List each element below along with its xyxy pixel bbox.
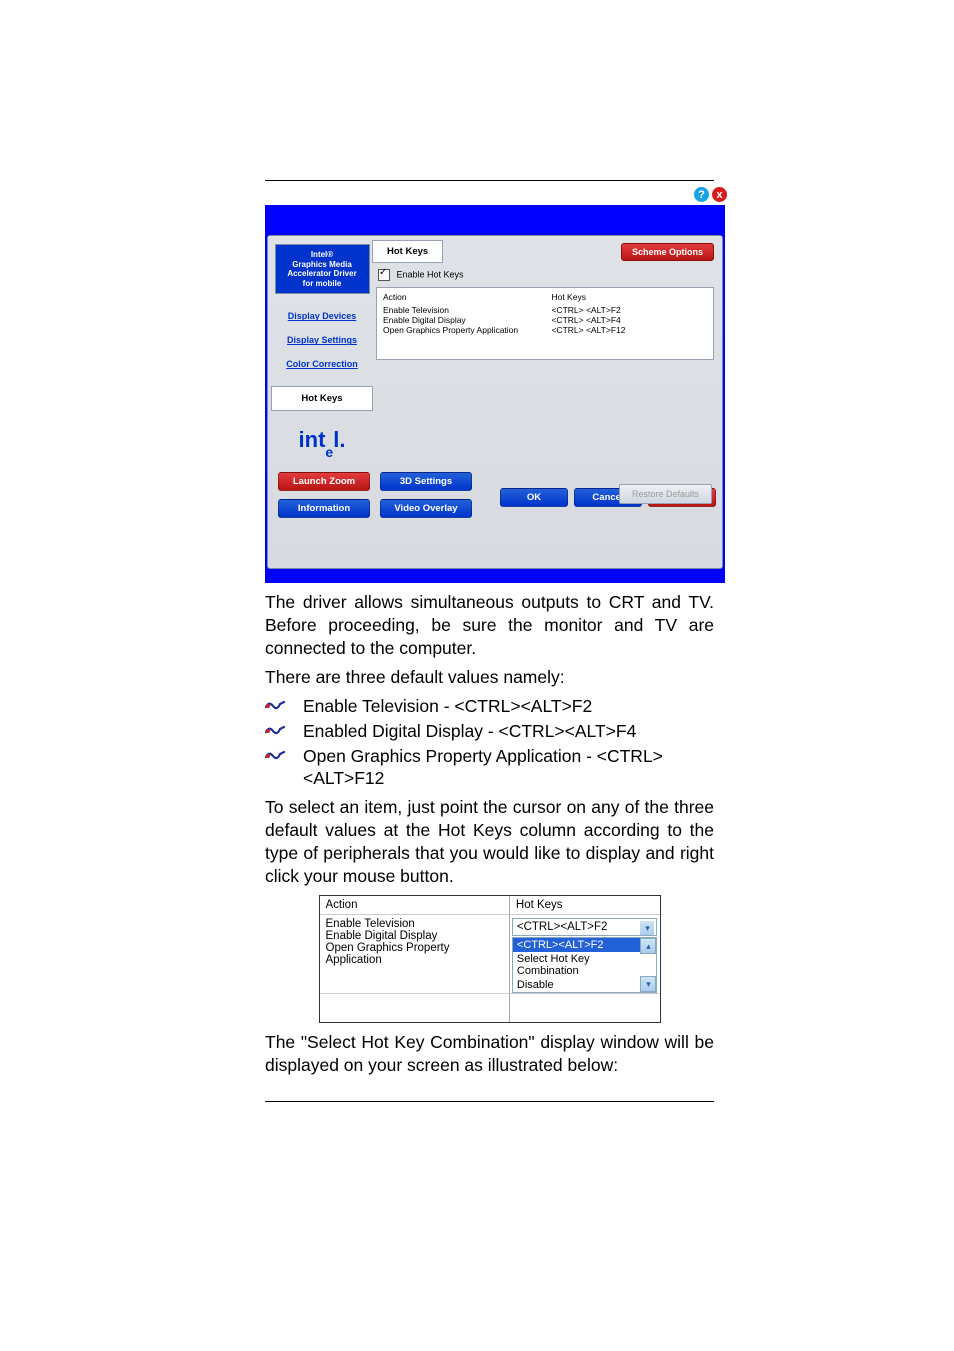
scheme-options-button[interactable]: Scheme Options	[621, 243, 714, 261]
table-cell[interactable]: <CTRL> <ALT>F2	[551, 305, 707, 315]
fig2-head-action: Action	[320, 896, 510, 914]
dropdown-option[interactable]: Select Hot Key Combination	[513, 952, 657, 978]
enable-hotkeys-checkbox[interactable]	[378, 269, 390, 281]
list-item: Open Graphics Property Application - <CT…	[265, 745, 714, 791]
dialog-main: Hot Keys Scheme Options Enable Hot Keys …	[376, 236, 722, 464]
table-head-hotkeys: Hot Keys	[551, 292, 707, 302]
dropdown-option[interactable]: <CTRL><ALT>F2	[513, 938, 657, 952]
information-button[interactable]: Information	[278, 499, 370, 518]
bottom-rule	[265, 1101, 714, 1102]
table-cell: Open Graphics Property Application	[383, 325, 551, 335]
wave-icon	[265, 699, 285, 711]
list-item: Enable Television - <CTRL><ALT>F2	[265, 695, 714, 718]
sidebar-tab-hotkeys[interactable]: Hot Keys	[271, 386, 373, 411]
paragraph: The driver allows simultaneous outputs t…	[265, 591, 714, 660]
sidebar-link-display-settings[interactable]: Display Settings	[287, 335, 357, 345]
video-overlay-button[interactable]: Video Overlay	[380, 499, 472, 518]
dropdown-option[interactable]: Disable	[513, 978, 657, 992]
restore-defaults-button[interactable]: Restore Defaults	[619, 484, 712, 504]
sidebar: Intel® Graphics Media Accelerator Driver…	[268, 236, 376, 464]
bullet-list: Enable Television - <CTRL><ALT>F2 Enable…	[265, 695, 714, 790]
table-cell: Enable Television	[383, 305, 551, 315]
table-cell[interactable]: <CTRL> <ALT>F4	[551, 315, 707, 325]
ok-button[interactable]: OK	[500, 488, 568, 507]
list-item: Enabled Digital Display - <CTRL><ALT>F4	[265, 720, 714, 743]
scroll-up-icon[interactable]: ▴	[640, 938, 656, 954]
wave-icon	[265, 749, 285, 761]
fig2-head-hotkeys: Hot Keys	[510, 896, 660, 914]
paragraph: The "Select Hot Key Combination" display…	[265, 1031, 714, 1077]
close-icon[interactable]: x	[712, 187, 727, 202]
scroll-down-icon[interactable]: ▾	[640, 976, 656, 992]
enable-hotkeys-label: Enable Hot Keys	[397, 269, 464, 279]
combo-value: <CTRL><ALT>F2	[517, 921, 608, 933]
hotkey-combo[interactable]: <CTRL><ALT>F2 ▾	[512, 918, 658, 936]
paragraph: To select an item, just point the cursor…	[265, 796, 714, 888]
sidebar-link-display-devices[interactable]: Display Devices	[288, 311, 357, 321]
brand-box: Intel® Graphics Media Accelerator Driver…	[275, 244, 370, 294]
dialog-window: Intel® Graphics Media Accelerator Driver…	[267, 235, 723, 569]
chevron-down-icon[interactable]: ▾	[640, 921, 654, 935]
intel-dialog-figure: ? x Intel® Graphics Media Accelerator Dr…	[265, 205, 725, 583]
fig2-row: Enable Television	[326, 918, 503, 930]
hotkey-dropdown[interactable]: <CTRL><ALT>F2 Select Hot Key Combination…	[512, 937, 658, 993]
3d-settings-button[interactable]: 3D Settings	[380, 472, 472, 491]
sidebar-link-color-correction[interactable]: Color Correction	[286, 359, 358, 369]
table-cell[interactable]: <CTRL> <ALT>F12	[551, 325, 707, 335]
dropdown-figure: Action Hot Keys Enable Television Enable…	[319, 895, 661, 1023]
launch-zoom-button[interactable]: Launch Zoom	[278, 472, 370, 491]
help-icon[interactable]: ?	[694, 187, 709, 202]
table-head-action: Action	[383, 292, 551, 302]
hotkeys-table: Action Hot Keys Enable Television <CTRL>…	[376, 287, 714, 360]
table-cell: Enable Digital Display	[383, 315, 551, 325]
hotkeys-header: Hot Keys	[372, 240, 443, 263]
fig2-row: Open Graphics Property Application	[326, 942, 503, 966]
wave-icon	[265, 724, 285, 736]
top-rule	[265, 180, 714, 181]
paragraph: There are three default values namely:	[265, 666, 714, 689]
intel-logo: intel.	[299, 427, 346, 455]
fig2-row: Enable Digital Display	[326, 930, 503, 942]
enable-hotkeys-row[interactable]: Enable Hot Keys	[378, 269, 712, 281]
